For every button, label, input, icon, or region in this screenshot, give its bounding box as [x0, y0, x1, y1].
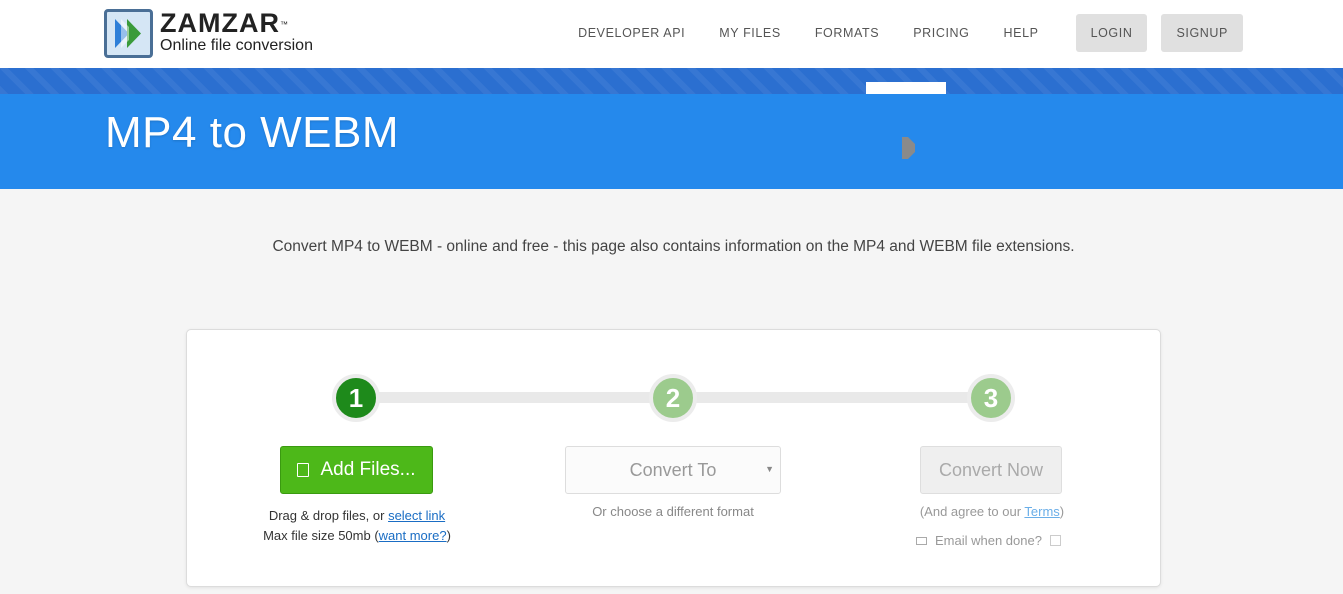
login-button[interactable]: LOGIN	[1075, 14, 1148, 52]
file-add-icon	[297, 463, 310, 477]
select-link[interactable]: select link	[388, 508, 445, 523]
add-files-button[interactable]: Add Files...	[280, 446, 433, 494]
step-1-badge: 1	[332, 374, 380, 422]
converter-card: 1 2 3 Add Files... Drag & drop files, or…	[186, 329, 1161, 587]
banner-marker-icon	[902, 137, 915, 159]
nav-formats[interactable]: FORMATS	[815, 14, 879, 52]
nav-help[interactable]: HELP	[1004, 14, 1039, 52]
nav-developer-api[interactable]: DEVELOPER API	[578, 14, 685, 52]
drag-drop-text: Drag & drop files, or	[268, 508, 389, 523]
title-to: to	[209, 108, 248, 157]
step-2-badge: 2	[649, 374, 697, 422]
nav-pricing[interactable]: PRICING	[913, 14, 969, 52]
convert-to-placeholder: Convert To	[629, 459, 717, 480]
intro-text: Convert MP4 to WEBM - online and free - …	[272, 238, 1075, 255]
envelope-icon	[916, 536, 927, 545]
email-when-done-label: Email when done?	[935, 533, 1042, 548]
signup-button[interactable]: SIGNUP	[1161, 14, 1243, 52]
logo-tagline: Online file conversion	[160, 37, 313, 54]
convert-now-button[interactable]: Convert Now	[920, 446, 1062, 494]
logo-name: ZAMZAR	[160, 8, 280, 38]
upload-help: Drag & drop files, or select link Max fi…	[227, 506, 487, 546]
agree-close: )	[1059, 504, 1065, 519]
max-size-text: Max file size 50mb (	[263, 528, 379, 543]
dropdown-caret-icon: ▼	[765, 464, 774, 474]
title-source-format: MP4	[105, 108, 197, 157]
zamzar-logo[interactable]: ZAMZAR™ Online file conversion	[104, 9, 313, 58]
page-title: MP4 to WEBM	[105, 108, 399, 158]
title-target-format: WEBM	[260, 108, 400, 157]
add-files-label: Add Files...	[320, 459, 416, 480]
banner-pattern	[0, 68, 1343, 94]
step-3-badge: 3	[967, 374, 1015, 422]
want-more-link[interactable]: want more?	[379, 528, 447, 543]
zamzar-logo-icon	[104, 9, 153, 58]
convert-to-select[interactable]: Convert To ▼	[565, 446, 781, 494]
title-banner: MP4 to WEBM	[0, 94, 1343, 189]
max-size-close: )	[446, 528, 451, 543]
terms-link[interactable]: Terms	[1024, 504, 1059, 519]
trademark-mark: ™	[279, 20, 289, 29]
email-when-done-checkbox[interactable]	[1049, 535, 1061, 546]
email-when-done-row: Email when done?	[916, 533, 1061, 548]
main-nav: DEVELOPER API MY FILES FORMATS PRICING H…	[578, 14, 1243, 52]
choose-format-text: Or choose a different format	[592, 504, 754, 519]
terms-text: (And agree to our Terms)	[887, 504, 1097, 519]
nav-my-files[interactable]: MY FILES	[719, 14, 781, 52]
top-navigation: ZAMZAR™ Online file conversion DEVELOPER…	[0, 0, 1343, 68]
agree-text: (And agree to our	[919, 504, 1025, 519]
